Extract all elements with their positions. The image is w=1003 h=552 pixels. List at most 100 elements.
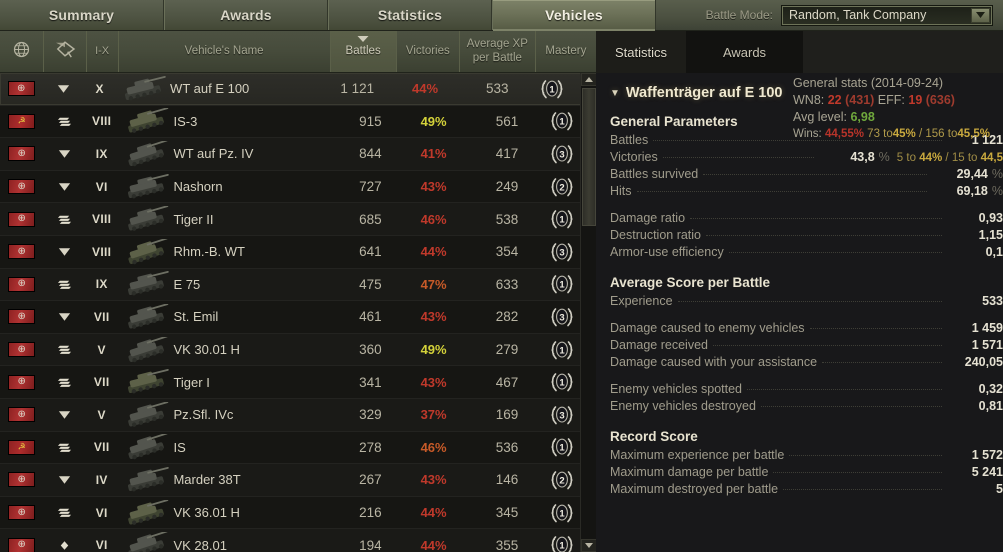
stat-label: Experience xyxy=(610,294,673,308)
column-header-victories[interactable]: Victories xyxy=(397,31,460,72)
column-header-average-xp[interactable]: Average XP per Battle xyxy=(460,31,536,72)
stat-value: 1 459 xyxy=(971,321,1003,335)
stat-line: Damage received 1 571 xyxy=(596,338,1003,355)
stat-line: Destruction ratio 1,15 xyxy=(596,228,1003,245)
battle-mode-select[interactable]: Random, Tank Company xyxy=(781,4,993,26)
flag-emblem: ⊕ xyxy=(17,343,26,355)
flag-emblem: ☭ xyxy=(17,115,26,126)
table-row[interactable]: ⊕ VII St. Emil 461 43% 282 3 xyxy=(0,301,596,334)
table-row[interactable]: ⊕ VI VK 28.01 194 44% 355 1 xyxy=(0,529,596,552)
cell-vehicle-name: Tiger II xyxy=(173,211,214,227)
table-row[interactable]: ⊕XWT auf E 1001 12144%5331❯ xyxy=(0,73,596,106)
cell-victories: 44% xyxy=(412,81,439,97)
column-header-nation[interactable] xyxy=(0,31,44,72)
table-row[interactable]: ⊕ VI VK 36.01 H 216 44% 345 1 xyxy=(0,496,596,530)
svg-text:3: 3 xyxy=(559,149,564,160)
mastery-badge-icon: 3 xyxy=(549,239,575,265)
vehicle-thumbnail xyxy=(119,107,173,134)
cell-vehicle-icon xyxy=(118,530,174,552)
cell-nation: ⊕ xyxy=(0,309,43,325)
tab-statistics[interactable]: Statistics xyxy=(328,0,492,30)
column-header-battles[interactable]: Battles xyxy=(330,31,397,72)
vehicle-thumbnail xyxy=(119,466,173,493)
mastery-badge-icon: 1 xyxy=(549,434,575,460)
mastery-badge-icon: 1 xyxy=(549,337,575,363)
table-row[interactable]: ⊕ VI Nashorn 727 43% 249 2 xyxy=(0,170,596,204)
cell-vehicle-name: VK 36.01 H xyxy=(173,505,240,521)
svg-text:1: 1 xyxy=(559,280,565,291)
stat-value: 5 241 xyxy=(971,465,1003,479)
stat-extra-b: 15 to xyxy=(951,152,978,164)
stat-line: Battles survived 29,44% xyxy=(596,167,1003,184)
column-header-vehicle-name[interactable]: Vehicle's Name xyxy=(119,31,331,72)
vehicle-thumbnail xyxy=(119,400,173,428)
table-row[interactable]: ⊕ VIII Tiger II 685 46% 538 1 xyxy=(0,203,596,236)
wins-value: 44,55% xyxy=(824,128,864,140)
flag-germany-icon: ⊕ xyxy=(8,211,36,227)
flag-emblem: ☭ xyxy=(17,441,26,452)
stat-line: Damage caused with your assistance 240,05 xyxy=(596,355,1003,372)
stat-extra-b-bold: 44,5 xyxy=(980,152,1003,164)
heavy-tank-icon xyxy=(58,378,72,387)
subtab-statistics[interactable]: Statistics xyxy=(596,31,686,73)
flag-germany-icon: ⊕ xyxy=(8,505,36,521)
table-row[interactable]: ⊕ V VK 30.01 H 360 49% 279 1 xyxy=(0,333,596,367)
stat-extra-sep: / xyxy=(945,152,949,164)
cell-tier: VIII xyxy=(92,114,112,129)
chevron-down-icon[interactable] xyxy=(971,7,990,23)
vehicle-thumbnail xyxy=(119,530,173,552)
vehicles-table-pane: I-X Vehicle's Name Battles Victories Ave… xyxy=(0,31,596,552)
scroll-up-button[interactable] xyxy=(581,73,596,86)
cell-victories: 44% xyxy=(420,244,447,260)
table-row[interactable]: ☭ VII IS 278 46% 536 1 xyxy=(0,431,596,465)
column-header-vehicle-name-label: Vehicle's Name xyxy=(184,44,264,57)
heavy-tank-icon xyxy=(58,508,72,517)
table-row[interactable]: ⊕ VII Tiger I 341 43% 467 1 xyxy=(0,366,596,399)
table-row[interactable]: ☭ VIII IS-3 915 49% 561 1 xyxy=(0,105,596,139)
cell-tier: V xyxy=(97,342,106,357)
tab-vehicles-label: Vehicles xyxy=(545,7,603,23)
tab-summary[interactable]: Summary xyxy=(0,0,164,30)
stat-label: Victories xyxy=(610,150,658,164)
mastery-badge-icon: 1 xyxy=(549,532,575,552)
svg-text:1: 1 xyxy=(549,84,555,95)
cell-tier: X xyxy=(95,81,104,96)
column-header-vehicle-class[interactable] xyxy=(44,31,87,72)
cell-tier: VII xyxy=(93,440,110,455)
wins-label: Wins: xyxy=(793,128,822,140)
cell-vehicle-icon xyxy=(115,75,170,102)
cell-vehicle-icon xyxy=(118,271,174,297)
stat-label: Destruction ratio xyxy=(610,228,702,242)
table-row[interactable]: ⊕ IV Marder 38T 267 43% 146 2 xyxy=(0,464,596,497)
scroll-down-button[interactable] xyxy=(581,539,596,552)
vehicles-scrollbar[interactable] xyxy=(580,73,596,552)
cell-vehicle-name: Rhm.-B. WT xyxy=(173,244,245,260)
table-row[interactable]: ⊕ IX WT auf Pz. IV 844 41% 417 3 xyxy=(0,138,596,171)
tab-vehicles[interactable]: Vehicles xyxy=(492,0,656,31)
svg-text:3: 3 xyxy=(559,312,564,323)
stat-value: 5 xyxy=(996,482,1003,496)
stat-extra-a-bold: 44% xyxy=(919,152,943,164)
cell-victories: 43% xyxy=(420,472,447,488)
cell-nation: ⊕ xyxy=(0,179,43,195)
cell-nation: ⊕ xyxy=(0,211,43,227)
table-row[interactable]: ⊕ IX E 75 475 47% 633 1 xyxy=(0,268,596,302)
subtab-awards[interactable]: Awards xyxy=(686,31,803,73)
stat-dot-leader xyxy=(760,406,942,407)
tab-awards[interactable]: Awards xyxy=(164,0,328,30)
wn8-label: WN8: xyxy=(793,93,825,107)
flag-emblem: ⊕ xyxy=(17,278,26,290)
table-row[interactable]: ⊕ VIII Rhm.-B. WT 641 44% 354 3 xyxy=(0,235,596,269)
cell-vehicle-icon xyxy=(118,107,174,134)
column-header-tier[interactable]: I-X xyxy=(87,31,119,72)
cell-vehicle-name: WT auf Pz. IV xyxy=(173,146,254,162)
battle-mode-value: Random, Tank Company xyxy=(789,8,927,22)
cell-nation: ⊕ xyxy=(0,276,43,292)
mastery-badge-icon: 1 xyxy=(539,76,565,102)
cell-tier: VI xyxy=(95,505,108,520)
stat-dot-leader xyxy=(706,235,942,236)
column-header-mastery[interactable]: Mastery xyxy=(536,31,596,72)
table-row[interactable]: ⊕ V Pz.Sfl. IVc 329 37% 169 3 xyxy=(0,398,596,432)
scrollbar-thumb[interactable] xyxy=(582,88,596,226)
cell-average-xp: 345 xyxy=(495,505,519,521)
